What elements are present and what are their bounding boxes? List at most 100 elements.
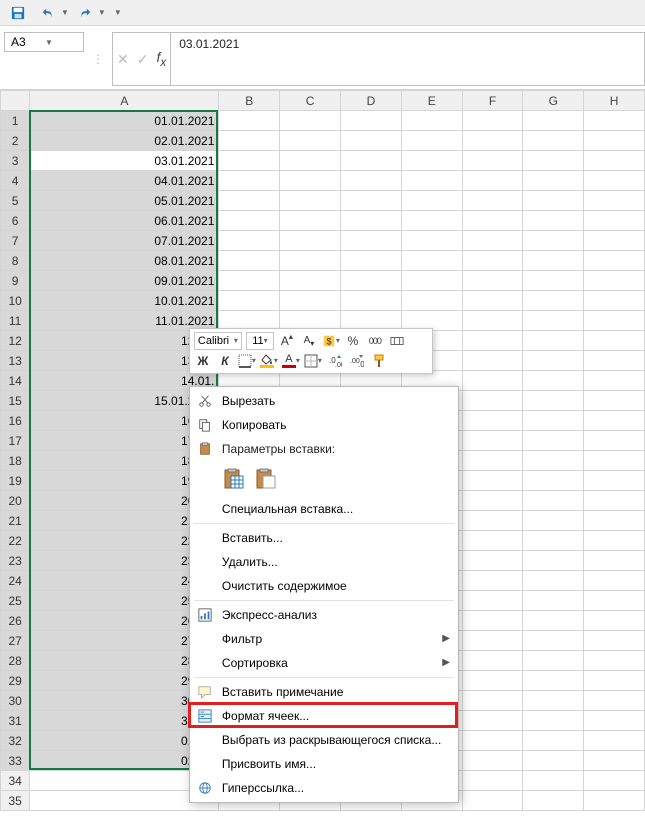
cell[interactable] — [219, 231, 280, 251]
cell[interactable] — [462, 511, 523, 531]
name-box-dropdown[interactable]: ▼ — [45, 38, 79, 47]
accounting-format-button[interactable]: $ ▾ — [322, 332, 340, 350]
ctx-format-cells[interactable]: Формат ячеек... — [190, 704, 458, 728]
column-header-F[interactable]: F — [462, 91, 523, 111]
cell[interactable] — [523, 211, 584, 231]
row-header[interactable]: 16 — [1, 411, 30, 431]
ctx-insert[interactable]: Вставить... — [190, 526, 458, 550]
cell[interactable] — [584, 511, 645, 531]
cell[interactable] — [341, 211, 402, 231]
column-header-E[interactable]: E — [401, 91, 462, 111]
cell[interactable] — [219, 111, 280, 131]
cell[interactable] — [280, 251, 341, 271]
cell[interactable] — [584, 431, 645, 451]
merge-center-button[interactable] — [388, 332, 406, 350]
cell[interactable] — [401, 211, 462, 231]
comma-style-button[interactable]: 000 — [366, 332, 384, 350]
column-header-D[interactable]: D — [341, 91, 402, 111]
cell[interactable] — [523, 351, 584, 371]
cell[interactable] — [462, 691, 523, 711]
cell[interactable] — [462, 611, 523, 631]
cell[interactable]: 01.01.2021 — [30, 111, 219, 131]
cell[interactable] — [462, 251, 523, 271]
ctx-hyperlink[interactable]: Гиперссылка... — [190, 776, 458, 800]
cell[interactable] — [462, 711, 523, 731]
cell[interactable] — [219, 251, 280, 271]
border-dropdown[interactable]: ▾ — [238, 352, 256, 370]
cell[interactable] — [584, 311, 645, 331]
cell[interactable] — [584, 391, 645, 411]
cell[interactable] — [584, 771, 645, 791]
row-header[interactable]: 18 — [1, 451, 30, 471]
cell[interactable] — [584, 751, 645, 771]
cell[interactable] — [462, 331, 523, 351]
cell[interactable] — [584, 371, 645, 391]
cell[interactable] — [584, 271, 645, 291]
cell[interactable] — [584, 171, 645, 191]
cell[interactable] — [584, 651, 645, 671]
column-header-H[interactable]: H — [584, 91, 645, 111]
cell[interactable] — [523, 671, 584, 691]
formula-bar[interactable]: 03.01.2021 — [171, 33, 644, 85]
cell[interactable] — [462, 631, 523, 651]
cell[interactable]: 10.01.2021 — [30, 291, 219, 311]
column-header-A[interactable]: A — [30, 91, 219, 111]
row-header[interactable]: 15 — [1, 391, 30, 411]
row-header[interactable]: 4 — [1, 171, 30, 191]
name-box[interactable]: A3 ▼ — [4, 32, 84, 52]
cell[interactable] — [341, 231, 402, 251]
row-header[interactable]: 29 — [1, 671, 30, 691]
cell[interactable] — [462, 551, 523, 571]
cell[interactable] — [401, 291, 462, 311]
cell[interactable] — [523, 651, 584, 671]
ctx-quick-analysis[interactable]: Экспресс-анализ — [190, 603, 458, 627]
row-header[interactable]: 5 — [1, 191, 30, 211]
cell[interactable] — [462, 731, 523, 751]
cell[interactable] — [523, 691, 584, 711]
cell[interactable] — [462, 371, 523, 391]
cell[interactable] — [584, 411, 645, 431]
ctx-copy[interactable]: Копировать — [190, 413, 458, 437]
cell[interactable] — [341, 271, 402, 291]
ctx-paste-special[interactable]: Специальная вставка... — [190, 497, 458, 521]
cell[interactable]: 08.01.2021 — [30, 251, 219, 271]
row-header[interactable]: 8 — [1, 251, 30, 271]
ctx-insert-comment[interactable]: Вставить примечание — [190, 680, 458, 704]
cell[interactable] — [462, 231, 523, 251]
cell[interactable] — [462, 451, 523, 471]
qat-customize-dropdown[interactable]: ▼ — [114, 8, 122, 17]
cell[interactable] — [462, 651, 523, 671]
cell[interactable] — [584, 631, 645, 651]
row-header[interactable]: 27 — [1, 631, 30, 651]
cell[interactable] — [219, 131, 280, 151]
cell[interactable] — [462, 411, 523, 431]
cell[interactable] — [523, 491, 584, 511]
ctx-clear-contents[interactable]: Очистить содержимое — [190, 574, 458, 598]
cell[interactable] — [401, 231, 462, 251]
bold-button[interactable]: Ж — [194, 352, 212, 370]
row-header[interactable]: 12 — [1, 331, 30, 351]
cell[interactable] — [584, 731, 645, 751]
redo-dropdown[interactable]: ▼ — [98, 8, 106, 17]
cell[interactable] — [462, 391, 523, 411]
font-color-dropdown[interactable]: A ▾ — [282, 352, 300, 370]
cell[interactable] — [523, 171, 584, 191]
cell[interactable] — [523, 551, 584, 571]
cell[interactable]: 02.01.2021 — [30, 131, 219, 151]
cell[interactable] — [219, 171, 280, 191]
italic-button[interactable]: К — [216, 352, 234, 370]
cell[interactable] — [280, 231, 341, 251]
row-header[interactable]: 7 — [1, 231, 30, 251]
increase-decimal-button[interactable]: .0.00 — [326, 352, 344, 370]
cell[interactable] — [523, 531, 584, 551]
borders-button[interactable]: ▾ — [304, 352, 322, 370]
cell[interactable] — [523, 311, 584, 331]
cell[interactable] — [584, 591, 645, 611]
cell[interactable] — [584, 351, 645, 371]
cell[interactable] — [523, 371, 584, 391]
cell[interactable] — [523, 731, 584, 751]
row-header[interactable]: 20 — [1, 491, 30, 511]
cell[interactable] — [462, 211, 523, 231]
row-header[interactable]: 28 — [1, 651, 30, 671]
cell[interactable] — [462, 111, 523, 131]
